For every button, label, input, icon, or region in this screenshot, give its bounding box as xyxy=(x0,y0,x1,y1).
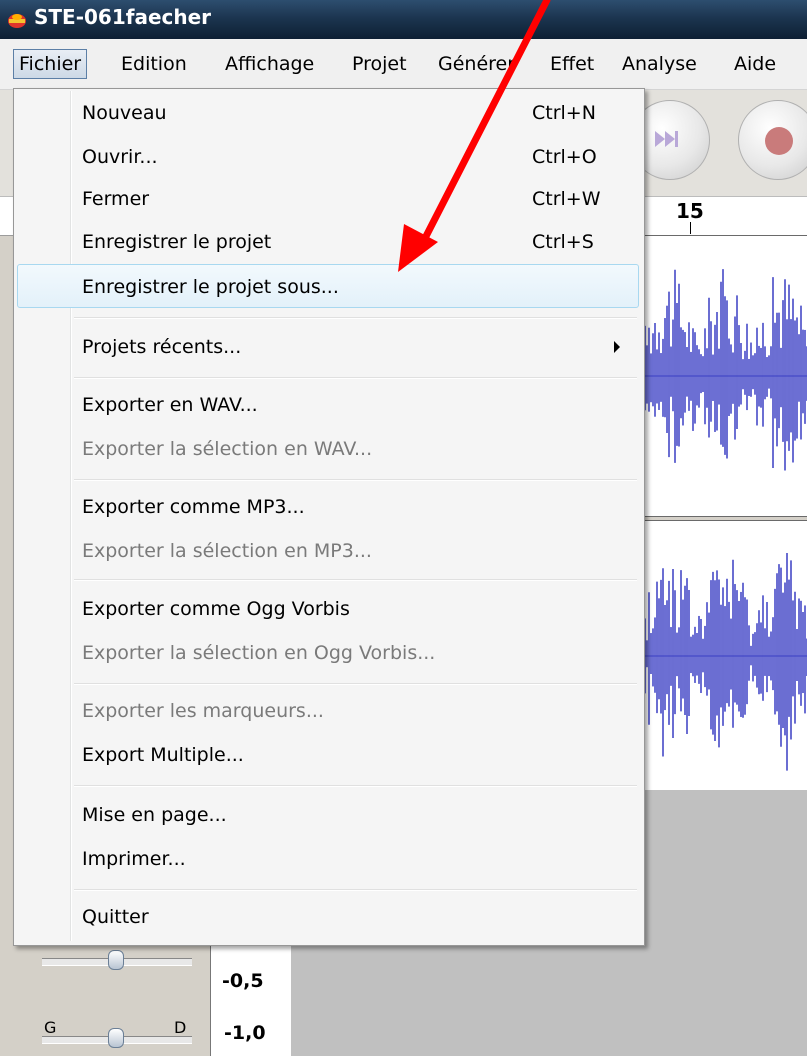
waveform-track-left[interactable] xyxy=(640,235,807,517)
menu-item-label: Imprimer... xyxy=(82,848,186,870)
title-bar: STE-061faecher xyxy=(0,0,807,39)
pan-right-label: D xyxy=(174,1018,187,1037)
menu-item-label: Fermer xyxy=(82,188,150,210)
menu-item-label: Mise en page... xyxy=(82,804,227,826)
menu-item-projets-recents[interactable]: Projets récents... xyxy=(17,325,639,369)
menu-generer[interactable]: Générer xyxy=(432,49,521,79)
menu-item-label: Exporter comme MP3... xyxy=(82,496,305,518)
pan-left-label: G xyxy=(44,1018,57,1037)
menu-item-exporter-wav[interactable]: Exporter en WAV... xyxy=(17,383,639,427)
window-title: STE-061faecher xyxy=(34,5,212,29)
menu-effet[interactable]: Effet xyxy=(544,49,600,79)
menu-affichage[interactable]: Affichage xyxy=(219,49,320,79)
menu-edition[interactable]: Edition xyxy=(115,49,193,79)
menu-item-label: Exporter comme Ogg Vorbis xyxy=(82,598,350,620)
menu-projet[interactable]: Projet xyxy=(346,49,413,79)
menu-analyse[interactable]: Analyse xyxy=(616,49,703,79)
waveform-right xyxy=(640,553,807,771)
menu-separator xyxy=(74,479,637,481)
menu-bar: Fichier Edition Affichage Projet Générer… xyxy=(0,39,807,90)
menu-item-exporter-selection-wav: Exporter la sélection en WAV... xyxy=(17,427,639,471)
menu-item-shortcut: Ctrl+W xyxy=(532,188,601,210)
menu-item-export-multiple[interactable]: Export Multiple... xyxy=(17,733,639,777)
record-button[interactable] xyxy=(738,100,807,180)
menu-separator xyxy=(74,579,637,581)
menu-item-label: Enregistrer le projet sous... xyxy=(82,276,339,298)
menu-item-exporter-ogg[interactable]: Exporter comme Ogg Vorbis xyxy=(17,587,639,631)
menu-separator xyxy=(74,683,637,685)
menu-item-label: Exporter la sélection en Ogg Vorbis... xyxy=(82,642,436,664)
submenu-arrow-icon xyxy=(614,341,620,353)
menu-item-label: Exporter la sélection en WAV... xyxy=(82,438,373,460)
menu-item-shortcut: Ctrl+S xyxy=(532,231,594,253)
menu-item-fermer[interactable]: Fermer Ctrl+W xyxy=(17,177,639,221)
scale-label-neg-one: -1,0 xyxy=(224,1022,266,1044)
menu-item-label: Quitter xyxy=(82,906,149,928)
ruler-label: 15 xyxy=(676,199,704,223)
file-menu-dropdown: Nouveau Ctrl+N Ouvrir... Ctrl+O Fermer C… xyxy=(13,88,645,946)
menu-item-label: Nouveau xyxy=(82,102,167,124)
menu-item-imprimer[interactable]: Imprimer... xyxy=(17,837,639,881)
waveform-track-right[interactable] xyxy=(640,520,807,792)
menu-aide[interactable]: Aide xyxy=(728,49,782,79)
menu-separator xyxy=(74,317,637,319)
menu-separator xyxy=(74,889,637,891)
record-icon xyxy=(765,127,793,155)
menu-item-exporter-selection-mp3: Exporter la sélection en MP3... xyxy=(17,529,639,573)
menu-item-enregistrer[interactable]: Enregistrer le projet Ctrl+S xyxy=(17,220,639,264)
menu-item-ouvrir[interactable]: Ouvrir... Ctrl+O xyxy=(17,135,639,179)
audacity-app-icon xyxy=(8,14,26,28)
menu-item-mise-en-page[interactable]: Mise en page... xyxy=(17,793,639,837)
menu-item-exporter-selection-ogg: Exporter la sélection en Ogg Vorbis... xyxy=(17,631,639,675)
menu-item-shortcut: Ctrl+N xyxy=(532,102,596,124)
menu-fichier[interactable]: Fichier xyxy=(13,49,88,79)
menu-item-label: Ouvrir... xyxy=(82,146,158,168)
menu-item-label: Projets récents... xyxy=(82,336,242,358)
menu-separator xyxy=(74,377,637,379)
scale-label-neg-half: -0,5 xyxy=(222,970,264,992)
menu-item-label: Exporter les marqueurs... xyxy=(82,700,324,722)
ruler-tick xyxy=(690,222,691,234)
waveform-left xyxy=(640,269,807,471)
menu-item-enregistrer-sous[interactable]: Enregistrer le projet sous... xyxy=(17,264,639,308)
menu-item-exporter-mp3[interactable]: Exporter comme MP3... xyxy=(17,485,639,529)
menu-item-nouveau[interactable]: Nouveau Ctrl+N xyxy=(17,91,639,135)
menu-item-label: Enregistrer le projet xyxy=(82,231,272,253)
menu-separator xyxy=(74,785,637,787)
gain-slider-thumb[interactable] xyxy=(108,950,124,970)
menu-item-shortcut: Ctrl+O xyxy=(532,146,597,168)
pan-slider-thumb[interactable] xyxy=(108,1028,124,1048)
menu-item-label: Exporter la sélection en MP3... xyxy=(82,540,372,562)
menu-item-label: Export Multiple... xyxy=(82,744,244,766)
menu-item-quitter[interactable]: Quitter xyxy=(17,895,639,939)
menu-item-exporter-marqueurs: Exporter les marqueurs... xyxy=(17,689,639,733)
menu-item-label: Exporter en WAV... xyxy=(82,394,258,416)
